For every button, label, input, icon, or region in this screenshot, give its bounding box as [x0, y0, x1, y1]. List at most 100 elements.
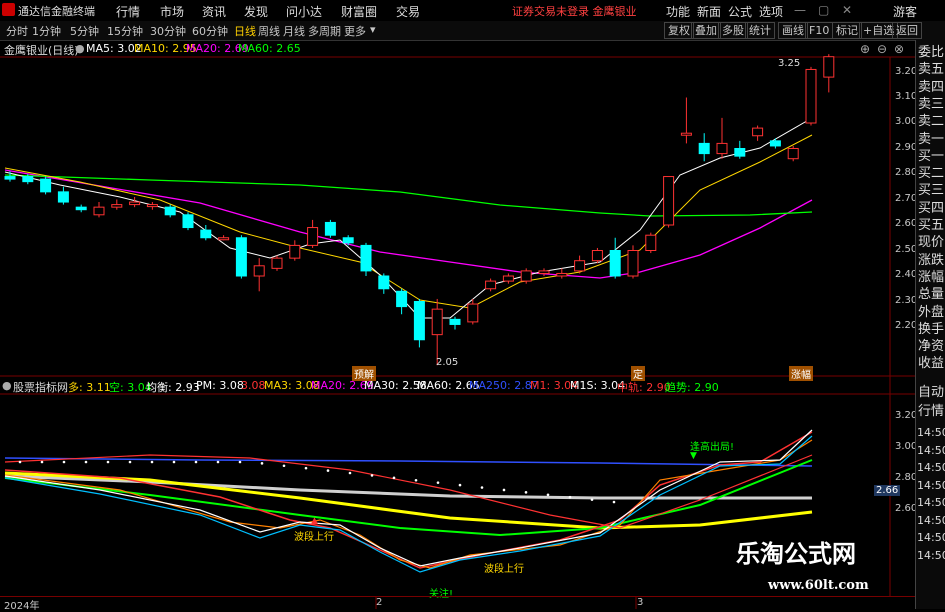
quote-field-label: 买四 — [918, 200, 945, 216]
indicator-tick: 3.00 — [895, 441, 918, 452]
date-label: 2024年 — [4, 601, 40, 612]
zhonggui-dot — [260, 462, 264, 465]
red-value: 3.08 — [241, 379, 266, 392]
quote-field-label: 卖三 — [918, 96, 945, 112]
zhonggui-dot — [436, 481, 440, 484]
candle-body — [378, 275, 390, 290]
quote-field-label: 外盘 — [918, 304, 945, 320]
zhonggui-dot — [18, 460, 22, 464]
junheng-value: 均衡: 2.93 — [146, 381, 200, 394]
quote-field-label: 买三 — [918, 183, 945, 199]
candle-body — [111, 204, 123, 208]
zhonggui-dot — [238, 460, 242, 464]
indicator-tick: 2.80 — [895, 472, 918, 483]
date-label: 3 — [637, 597, 644, 608]
candle-body — [146, 204, 158, 208]
indicator-tick: 3.20 — [895, 410, 918, 421]
low-price-label: 2.05 — [436, 357, 459, 368]
zhonggui-dot — [150, 460, 154, 464]
zhonggui-dot — [216, 460, 220, 464]
candle-body — [663, 176, 675, 226]
candle-body — [164, 206, 176, 216]
candle-body — [716, 142, 728, 155]
chart-canvas[interactable] — [0, 0, 945, 609]
quote-field-label: 买二 — [918, 166, 945, 182]
candle-body — [609, 250, 621, 277]
ma250-value: MA250: 2.87 — [469, 379, 539, 392]
settings-dot-icon[interactable]: ● — [2, 379, 12, 392]
candle-body — [627, 250, 639, 277]
candle-body — [520, 270, 532, 282]
candle-body — [360, 244, 372, 272]
zhonggui-dot — [348, 471, 352, 475]
tick-time: 14:50 — [917, 426, 945, 439]
zhonggui-dot — [370, 474, 374, 477]
candle-body — [645, 234, 657, 251]
tick-time: 14:50 — [917, 496, 945, 509]
zhonggui-dot — [62, 460, 66, 464]
quote-panel: 委比 卖五 卖四 卖三 卖二 卖一 买一 买二 买三 买四 买五 现价 涨跌 涨幅 总量 外盘 换手 净资 收益 自… — [915, 40, 945, 609]
duo-value: 多: 3.11 — [68, 381, 111, 394]
current-indicator-value: 2.66 — [874, 485, 901, 496]
quote-field-label[interactable]: 自动 — [918, 384, 944, 401]
candle-body — [431, 308, 443, 336]
ma60-line — [4, 174, 813, 217]
quote-field-label: 换手 — [918, 321, 945, 337]
date-axis: 2024年 2 3 — [0, 596, 915, 612]
candle-body — [218, 237, 230, 241]
quote-field-label: 涨跌 — [918, 252, 945, 268]
candle-body — [502, 275, 514, 282]
candle-body — [485, 280, 497, 290]
zhonggui-dot — [590, 498, 594, 501]
indicator-tick: 2.60 — [895, 503, 918, 514]
tick-time: 14:50 — [917, 478, 945, 492]
zhonggui-dot — [502, 488, 506, 492]
candle-body — [752, 127, 764, 137]
quote-field-label: 卖二 — [918, 114, 945, 130]
zhonggui-dot — [414, 478, 418, 482]
candle-body — [734, 148, 746, 157]
candle-body — [787, 148, 799, 160]
candle-body — [805, 68, 817, 124]
date-label: 2 — [376, 597, 383, 608]
zhonggui-dot — [282, 464, 286, 468]
candle-body — [324, 221, 336, 236]
candle-body — [449, 318, 461, 325]
tick-time: 14:50 — [917, 513, 945, 527]
quote-field-label[interactable]: 行情 — [918, 403, 944, 420]
watermark-url: www.60lt.com — [768, 578, 869, 593]
candle-body — [22, 176, 34, 183]
candle-body — [574, 260, 586, 272]
zhonggui-dot — [568, 495, 572, 499]
quote-field-label: 现价 — [918, 235, 945, 251]
candle-body — [75, 206, 87, 211]
tick-time: 14:50 — [917, 461, 945, 474]
zhonggui-dot — [172, 460, 176, 464]
candle-body — [680, 132, 692, 136]
tick-time: 14:50 — [917, 443, 945, 457]
indicator-name[interactable]: 股票指标网 — [13, 379, 68, 395]
indicator-info-bar: ● 股票指标网 多: 3.11 空: 3.04 均衡: 2.93 PM: 3.0… — [0, 377, 915, 394]
quote-field-label: 卖四 — [918, 79, 945, 95]
candle-body — [538, 270, 550, 274]
candle-body — [289, 244, 301, 259]
tick-time: 14:50 — [917, 531, 945, 544]
wave-up-signal: 波段上行 — [294, 532, 334, 543]
quote-field-label: 委比 — [918, 45, 945, 60]
quote-field-label: 涨幅 — [918, 269, 945, 285]
zhonggui-dot — [546, 493, 550, 497]
candle-body — [253, 265, 265, 277]
candle-body — [698, 142, 710, 155]
ma5-line — [4, 117, 813, 319]
zhonggui-dot — [392, 476, 396, 480]
zhonggui-dot — [304, 466, 308, 470]
zhonggui-dot — [40, 460, 44, 464]
candle-body — [556, 272, 568, 277]
qushi-value: 趋势: 2.90 — [665, 381, 719, 394]
candle-body — [823, 56, 835, 78]
zhonggui-dot — [612, 500, 616, 504]
ma10-line — [4, 134, 813, 309]
zhonggui-dot — [84, 460, 88, 464]
candle-body — [4, 176, 16, 180]
candle-body — [467, 303, 479, 323]
